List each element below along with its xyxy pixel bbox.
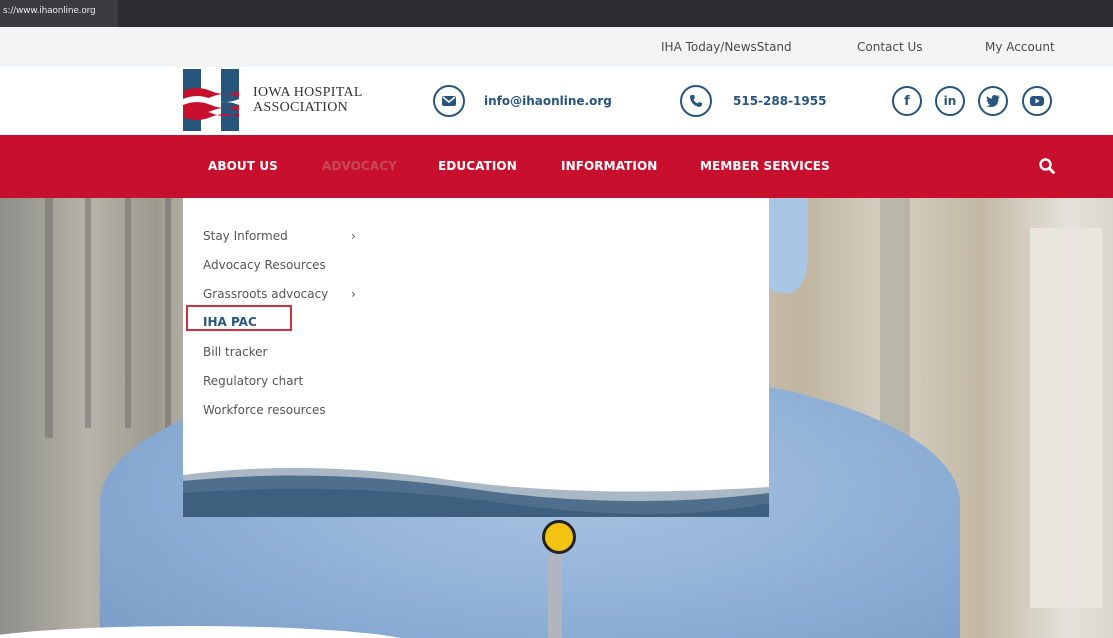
phone-icon[interactable] (680, 85, 712, 117)
linkedin-icon[interactable]: in (935, 86, 965, 116)
header-logo-row: IOWA HOSPITAL ASSOCIATION info@ihaonline… (0, 67, 1113, 135)
facebook-icon[interactable]: f (892, 86, 922, 116)
nav-item-about-us[interactable]: ABOUT US (208, 159, 278, 173)
menu-item-regulatory-chart[interactable]: Regulatory chart (203, 374, 303, 388)
twitter-icon[interactable] (978, 86, 1008, 116)
url-text[interactable]: s://www.ihaonline.org (3, 6, 96, 16)
menu-item-stay-informed[interactable]: Stay Informed (203, 229, 288, 243)
youtube-icon[interactable] (1022, 86, 1052, 116)
hero-shelf (125, 198, 131, 428)
hero-shelf (85, 198, 91, 428)
menu-item-advocacy-resources[interactable]: Advocacy Resources (203, 258, 326, 272)
utility-bar: IHA Today/NewsStand Contact Us My Accoun… (0, 27, 1113, 67)
dropdown-wave-decoration (183, 467, 769, 517)
hero-lanyard (548, 554, 562, 638)
util-link-account[interactable]: My Account (985, 40, 1055, 54)
menu-item-bill-tracker[interactable]: Bill tracker (203, 345, 267, 359)
hero-shelf (165, 198, 171, 428)
logo-line-1: IOWA HOSPITAL (253, 85, 363, 100)
search-icon[interactable] (1038, 157, 1056, 175)
menu-item-iha-pac[interactable]: IHA PAC (203, 315, 257, 329)
main-nav: ABOUT US ADVOCACY EDUCATION INFORMATION … (0, 135, 1113, 198)
logo-line-2: ASSOCIATION (253, 100, 349, 115)
nav-item-information[interactable]: INFORMATION (561, 159, 657, 173)
hero-shelf (45, 198, 53, 438)
email-link[interactable]: info@ihaonline.org (484, 94, 612, 108)
menu-item-grassroots-advocacy[interactable]: Grassroots advocacy (203, 287, 328, 301)
nav-item-member-services[interactable]: MEMBER SERVICES (700, 159, 830, 173)
menu-item-workforce-resources[interactable]: Workforce resources (203, 403, 326, 417)
logo-h-mark-icon (183, 69, 239, 131)
hero-badge-icon (542, 520, 576, 554)
nav-item-education[interactable]: EDUCATION (438, 159, 517, 173)
phone-link[interactable]: 515-288-1955 (733, 94, 826, 108)
util-link-newsstand[interactable]: IHA Today/NewsStand (661, 40, 792, 54)
chevron-right-icon[interactable]: › (351, 229, 356, 243)
iha-logo[interactable]: IOWA HOSPITAL ASSOCIATION (183, 69, 363, 131)
util-link-contact[interactable]: Contact Us (857, 40, 923, 54)
chevron-right-icon[interactable]: › (351, 287, 356, 301)
envelope-icon[interactable] (433, 85, 465, 117)
nav-item-advocacy[interactable]: ADVOCACY (322, 159, 397, 173)
browser-url-bar: s://www.ihaonline.org (0, 0, 1113, 27)
hero-bulletin-board (1030, 228, 1102, 608)
advocacy-dropdown-menu: Stay Informed › Advocacy Resources Grass… (183, 198, 769, 517)
logo-text: IOWA HOSPITAL ASSOCIATION (253, 85, 363, 115)
